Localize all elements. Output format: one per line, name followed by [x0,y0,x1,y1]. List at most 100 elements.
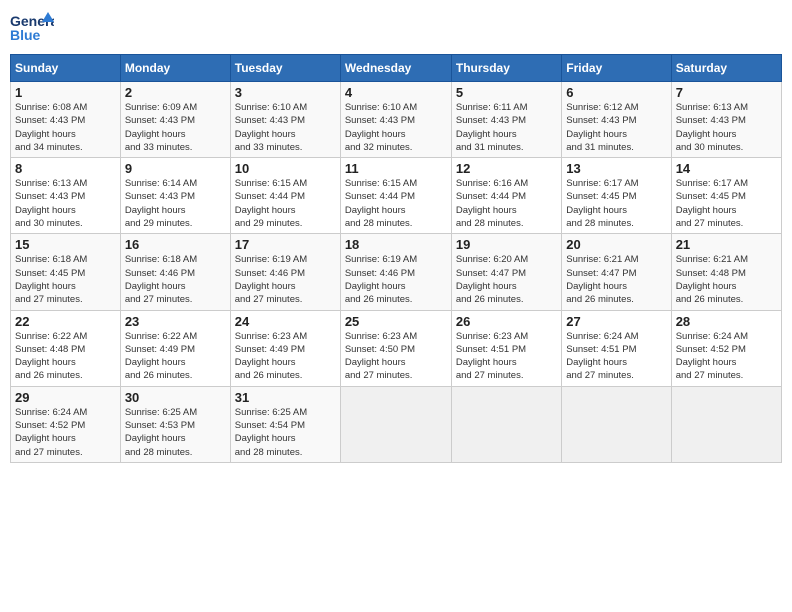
day-info: Sunrise: 6:17 AM Sunset: 4:45 PM Dayligh… [566,177,666,230]
day-number: 2 [125,85,226,100]
calendar-cell: 29 Sunrise: 6:24 AM Sunset: 4:52 PM Dayl… [11,386,121,462]
calendar-cell: 1 Sunrise: 6:08 AM Sunset: 4:43 PM Dayli… [11,82,121,158]
day-number: 17 [235,237,336,252]
day-info: Sunrise: 6:19 AM Sunset: 4:46 PM Dayligh… [345,253,447,306]
day-number: 19 [456,237,557,252]
day-number: 6 [566,85,666,100]
day-number: 1 [15,85,116,100]
calendar-cell: 19 Sunrise: 6:20 AM Sunset: 4:47 PM Dayl… [451,234,561,310]
day-number: 5 [456,85,557,100]
calendar-cell: 30 Sunrise: 6:25 AM Sunset: 4:53 PM Dayl… [120,386,230,462]
calendar-cell [340,386,451,462]
day-info: Sunrise: 6:08 AM Sunset: 4:43 PM Dayligh… [15,101,116,154]
calendar-cell: 14 Sunrise: 6:17 AM Sunset: 4:45 PM Dayl… [671,158,781,234]
calendar-cell: 21 Sunrise: 6:21 AM Sunset: 4:48 PM Dayl… [671,234,781,310]
day-number: 27 [566,314,666,329]
day-info: Sunrise: 6:23 AM Sunset: 4:51 PM Dayligh… [456,330,557,383]
calendar-cell [451,386,561,462]
day-number: 15 [15,237,116,252]
day-info: Sunrise: 6:21 AM Sunset: 4:47 PM Dayligh… [566,253,666,306]
day-info: Sunrise: 6:15 AM Sunset: 4:44 PM Dayligh… [235,177,336,230]
calendar-cell: 9 Sunrise: 6:14 AM Sunset: 4:43 PM Dayli… [120,158,230,234]
day-info: Sunrise: 6:21 AM Sunset: 4:48 PM Dayligh… [676,253,777,306]
day-info: Sunrise: 6:25 AM Sunset: 4:53 PM Dayligh… [125,406,226,459]
day-info: Sunrise: 6:15 AM Sunset: 4:44 PM Dayligh… [345,177,447,230]
day-number: 9 [125,161,226,176]
calendar-cell: 10 Sunrise: 6:15 AM Sunset: 4:44 PM Dayl… [230,158,340,234]
day-info: Sunrise: 6:23 AM Sunset: 4:49 PM Dayligh… [235,330,336,383]
day-number: 14 [676,161,777,176]
day-number: 8 [15,161,116,176]
day-info: Sunrise: 6:10 AM Sunset: 4:43 PM Dayligh… [345,101,447,154]
weekday-header: Friday [562,55,671,82]
calendar-cell: 11 Sunrise: 6:15 AM Sunset: 4:44 PM Dayl… [340,158,451,234]
calendar-cell: 31 Sunrise: 6:25 AM Sunset: 4:54 PM Dayl… [230,386,340,462]
calendar-cell: 18 Sunrise: 6:19 AM Sunset: 4:46 PM Dayl… [340,234,451,310]
logo: General Blue [10,10,58,46]
weekday-header: Saturday [671,55,781,82]
svg-text:Blue: Blue [10,27,41,43]
day-info: Sunrise: 6:10 AM Sunset: 4:43 PM Dayligh… [235,101,336,154]
day-info: Sunrise: 6:16 AM Sunset: 4:44 PM Dayligh… [456,177,557,230]
calendar-cell: 17 Sunrise: 6:19 AM Sunset: 4:46 PM Dayl… [230,234,340,310]
day-info: Sunrise: 6:11 AM Sunset: 4:43 PM Dayligh… [456,101,557,154]
day-number: 26 [456,314,557,329]
day-info: Sunrise: 6:24 AM Sunset: 4:52 PM Dayligh… [15,406,116,459]
calendar-cell: 2 Sunrise: 6:09 AM Sunset: 4:43 PM Dayli… [120,82,230,158]
day-info: Sunrise: 6:18 AM Sunset: 4:45 PM Dayligh… [15,253,116,306]
day-info: Sunrise: 6:22 AM Sunset: 4:48 PM Dayligh… [15,330,116,383]
calendar-week-row: 1 Sunrise: 6:08 AM Sunset: 4:43 PM Dayli… [11,82,782,158]
day-info: Sunrise: 6:18 AM Sunset: 4:46 PM Dayligh… [125,253,226,306]
calendar-cell: 12 Sunrise: 6:16 AM Sunset: 4:44 PM Dayl… [451,158,561,234]
day-number: 22 [15,314,116,329]
calendar-week-row: 29 Sunrise: 6:24 AM Sunset: 4:52 PM Dayl… [11,386,782,462]
calendar-table: SundayMondayTuesdayWednesdayThursdayFrid… [10,54,782,463]
weekday-header-row: SundayMondayTuesdayWednesdayThursdayFrid… [11,55,782,82]
day-number: 24 [235,314,336,329]
day-number: 28 [676,314,777,329]
calendar-cell: 13 Sunrise: 6:17 AM Sunset: 4:45 PM Dayl… [562,158,671,234]
day-number: 16 [125,237,226,252]
day-info: Sunrise: 6:17 AM Sunset: 4:45 PM Dayligh… [676,177,777,230]
weekday-header: Sunday [11,55,121,82]
day-info: Sunrise: 6:20 AM Sunset: 4:47 PM Dayligh… [456,253,557,306]
day-info: Sunrise: 6:09 AM Sunset: 4:43 PM Dayligh… [125,101,226,154]
day-info: Sunrise: 6:22 AM Sunset: 4:49 PM Dayligh… [125,330,226,383]
calendar-cell: 4 Sunrise: 6:10 AM Sunset: 4:43 PM Dayli… [340,82,451,158]
calendar-cell: 25 Sunrise: 6:23 AM Sunset: 4:50 PM Dayl… [340,310,451,386]
calendar-week-row: 15 Sunrise: 6:18 AM Sunset: 4:45 PM Dayl… [11,234,782,310]
day-info: Sunrise: 6:14 AM Sunset: 4:43 PM Dayligh… [125,177,226,230]
day-number: 18 [345,237,447,252]
calendar-cell: 23 Sunrise: 6:22 AM Sunset: 4:49 PM Dayl… [120,310,230,386]
day-info: Sunrise: 6:13 AM Sunset: 4:43 PM Dayligh… [676,101,777,154]
calendar-cell [671,386,781,462]
day-info: Sunrise: 6:23 AM Sunset: 4:50 PM Dayligh… [345,330,447,383]
calendar-cell: 20 Sunrise: 6:21 AM Sunset: 4:47 PM Dayl… [562,234,671,310]
weekday-header: Wednesday [340,55,451,82]
day-number: 31 [235,390,336,405]
weekday-header: Tuesday [230,55,340,82]
calendar-cell: 7 Sunrise: 6:13 AM Sunset: 4:43 PM Dayli… [671,82,781,158]
calendar-cell: 15 Sunrise: 6:18 AM Sunset: 4:45 PM Dayl… [11,234,121,310]
day-info: Sunrise: 6:13 AM Sunset: 4:43 PM Dayligh… [15,177,116,230]
calendar-cell: 16 Sunrise: 6:18 AM Sunset: 4:46 PM Dayl… [120,234,230,310]
calendar-cell [562,386,671,462]
day-number: 25 [345,314,447,329]
day-number: 23 [125,314,226,329]
day-info: Sunrise: 6:24 AM Sunset: 4:52 PM Dayligh… [676,330,777,383]
weekday-header: Thursday [451,55,561,82]
logo-icon: General Blue [10,10,54,46]
day-number: 3 [235,85,336,100]
calendar-week-row: 22 Sunrise: 6:22 AM Sunset: 4:48 PM Dayl… [11,310,782,386]
calendar-cell: 5 Sunrise: 6:11 AM Sunset: 4:43 PM Dayli… [451,82,561,158]
day-number: 21 [676,237,777,252]
day-number: 29 [15,390,116,405]
header: General Blue [10,10,782,46]
calendar-cell: 28 Sunrise: 6:24 AM Sunset: 4:52 PM Dayl… [671,310,781,386]
day-number: 12 [456,161,557,176]
day-number: 30 [125,390,226,405]
weekday-header: Monday [120,55,230,82]
day-number: 4 [345,85,447,100]
day-info: Sunrise: 6:19 AM Sunset: 4:46 PM Dayligh… [235,253,336,306]
calendar-cell: 8 Sunrise: 6:13 AM Sunset: 4:43 PM Dayli… [11,158,121,234]
